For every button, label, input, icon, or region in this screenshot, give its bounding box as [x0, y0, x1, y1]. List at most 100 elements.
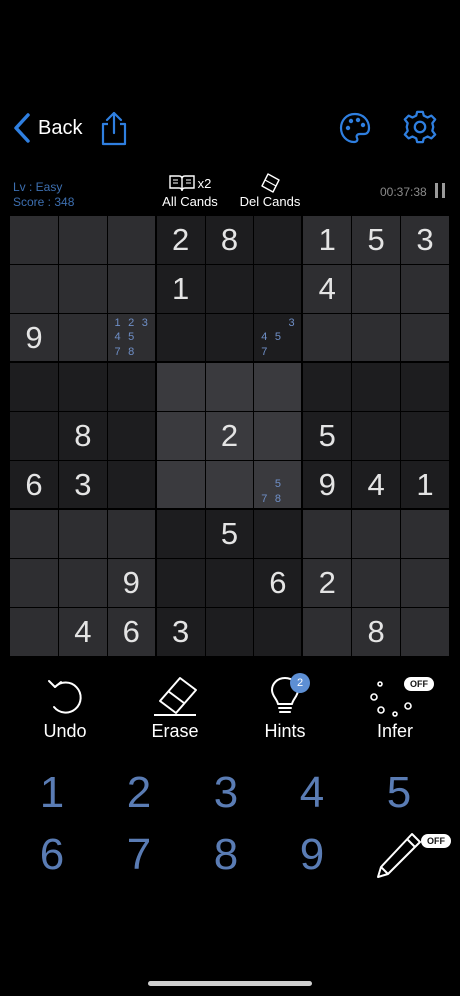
del-cands-button[interactable]: Del Cands	[239, 172, 301, 209]
board-cell[interactable]: 4	[303, 265, 353, 314]
undo-button[interactable]: Undo	[20, 675, 110, 742]
board-cell[interactable]: 6	[254, 559, 304, 608]
board-cell[interactable]	[254, 608, 304, 657]
share-button[interactable]	[96, 110, 132, 146]
board-cell[interactable]: 8	[205, 216, 255, 265]
board-cell[interactable]	[254, 412, 304, 461]
board-cell[interactable]: 6	[10, 461, 59, 510]
board-cell[interactable]	[254, 510, 304, 559]
board-cell[interactable]	[401, 314, 450, 363]
board-cell[interactable]	[58, 216, 108, 265]
board-cell[interactable]	[401, 412, 450, 461]
board-cell[interactable]	[303, 363, 353, 412]
board-cell[interactable]	[401, 510, 450, 559]
number-button-2[interactable]: 2	[109, 765, 169, 821]
pause-button[interactable]	[435, 183, 447, 199]
erase-button[interactable]: Erase	[130, 675, 220, 742]
board-cell[interactable]: 8	[352, 608, 402, 657]
board-cell[interactable]	[156, 363, 206, 412]
board-cell[interactable]	[205, 559, 255, 608]
board-cell[interactable]	[58, 314, 108, 363]
board-cell[interactable]	[352, 265, 402, 314]
board-cell[interactable]: 1	[156, 265, 206, 314]
board-cell[interactable]	[352, 314, 402, 363]
board-cell[interactable]	[10, 559, 59, 608]
number-button-9[interactable]: 9	[282, 827, 342, 883]
board-cell[interactable]: 4	[352, 461, 402, 510]
board-cell[interactable]: 3	[401, 216, 450, 265]
board-cell[interactable]	[10, 510, 59, 559]
board-cell[interactable]	[10, 363, 59, 412]
theme-button[interactable]	[337, 110, 373, 146]
board-cell[interactable]	[303, 608, 353, 657]
board-cell[interactable]	[156, 412, 206, 461]
number-button-5[interactable]: 5	[369, 765, 429, 821]
board-cell[interactable]: 5	[205, 510, 255, 559]
number-button-8[interactable]: 8	[196, 827, 256, 883]
board-cell[interactable]	[10, 608, 59, 657]
board-cell[interactable]: 2	[156, 216, 206, 265]
board-cell[interactable]	[401, 265, 450, 314]
board-cell[interactable]: 3	[156, 608, 206, 657]
board-cell[interactable]	[254, 265, 304, 314]
board-cell[interactable]	[401, 363, 450, 412]
board-cell[interactable]	[107, 216, 157, 265]
board-cell[interactable]	[58, 559, 108, 608]
board-cell[interactable]	[107, 265, 157, 314]
board-cell[interactable]: 3 457	[254, 314, 304, 363]
board-cell[interactable]	[10, 216, 59, 265]
board-cell[interactable]	[205, 314, 255, 363]
settings-button[interactable]	[402, 109, 438, 145]
board-cell[interactable]	[352, 363, 402, 412]
board-cell[interactable]: 1	[303, 216, 353, 265]
board-cell[interactable]	[205, 608, 255, 657]
board-cell[interactable]	[401, 559, 450, 608]
board-cell[interactable]	[205, 265, 255, 314]
board-cell[interactable]	[10, 265, 59, 314]
board-cell[interactable]	[156, 510, 206, 559]
board-cell[interactable]	[401, 608, 450, 657]
board-cell[interactable]: 9	[303, 461, 353, 510]
board-cell[interactable]	[352, 510, 402, 559]
board-cell[interactable]: 3	[58, 461, 108, 510]
back-button[interactable]: Back	[12, 110, 82, 146]
board-cell[interactable]	[254, 363, 304, 412]
board-cell[interactable]: 5	[352, 216, 402, 265]
board-cell[interactable]	[58, 363, 108, 412]
board-cell[interactable]	[303, 510, 353, 559]
board-cell[interactable]	[107, 510, 157, 559]
board-cell[interactable]	[352, 559, 402, 608]
number-button-1[interactable]: 1	[22, 765, 82, 821]
board-cell[interactable]	[254, 216, 304, 265]
pencil-toggle[interactable]: OFF	[372, 830, 452, 890]
number-button-3[interactable]: 3	[196, 765, 256, 821]
hints-button[interactable]: 2 Hints	[240, 673, 330, 742]
board-cell[interactable]	[352, 412, 402, 461]
board-cell[interactable]	[303, 314, 353, 363]
number-button-6[interactable]: 6	[22, 827, 82, 883]
board-cell[interactable]: 123 4578	[107, 314, 157, 363]
board-cell[interactable]	[205, 461, 255, 510]
all-cands-button[interactable]: x2 All Cands	[160, 173, 220, 209]
board-cell[interactable]	[107, 461, 157, 510]
board-cell[interactable]: 578	[254, 461, 304, 510]
board-cell[interactable]: 8	[58, 412, 108, 461]
board-cell[interactable]: 9	[107, 559, 157, 608]
board-cell[interactable]: 4	[58, 608, 108, 657]
infer-button[interactable]: OFF Infer	[350, 675, 440, 742]
board-cell[interactable]: 2	[205, 412, 255, 461]
board-cell[interactable]	[156, 559, 206, 608]
board-cell[interactable]: 2	[303, 559, 353, 608]
board-cell[interactable]: 5	[303, 412, 353, 461]
board-cell[interactable]	[58, 510, 108, 559]
board-cell[interactable]: 1	[401, 461, 450, 510]
board-cell[interactable]	[107, 363, 157, 412]
board-cell[interactable]	[205, 363, 255, 412]
board-cell[interactable]	[10, 412, 59, 461]
board-cell[interactable]	[156, 314, 206, 363]
board-cell[interactable]	[107, 412, 157, 461]
board-cell[interactable]	[156, 461, 206, 510]
number-button-7[interactable]: 7	[109, 827, 169, 883]
board-cell[interactable]: 9	[10, 314, 59, 363]
board-cell[interactable]	[58, 265, 108, 314]
